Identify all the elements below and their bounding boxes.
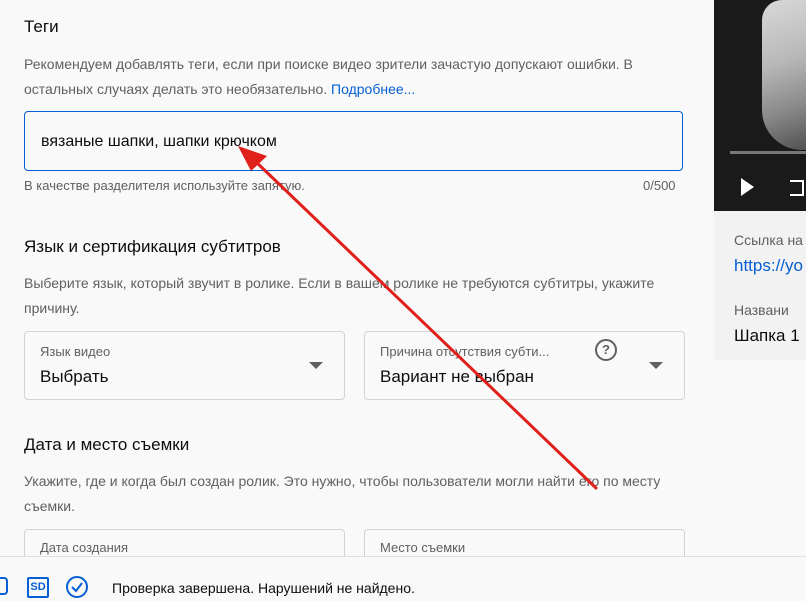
video-link[interactable]: https://yo xyxy=(734,256,803,276)
caption-reason-value: Вариант не выбран xyxy=(380,367,534,386)
video-language-select[interactable]: Язык видео Выбрать xyxy=(24,331,345,400)
status-bar: SD Проверка завершена. Нарушений не найд… xyxy=(0,556,806,601)
sd-quality-icon: SD xyxy=(27,577,49,598)
check-circle-icon xyxy=(66,576,88,598)
location-title: Дата и место съемки xyxy=(24,435,190,454)
learn-more-link[interactable]: Подробнее... xyxy=(331,81,415,97)
chevron-down-icon xyxy=(649,362,663,369)
video-language-value: Выбрать xyxy=(40,367,109,386)
tags-counter: 0/500 xyxy=(643,178,676,193)
subtitles-description: Выберите язык, который звучит в ролике. … xyxy=(24,275,655,316)
video-thumbnail xyxy=(762,0,806,150)
file-name-label: Названи xyxy=(734,302,789,318)
check-status-text: Проверка завершена. Нарушений не найдено… xyxy=(112,580,415,596)
tags-input[interactable]: вязаные шапки, шапки крючком xyxy=(24,111,683,171)
file-name-value: Шапка 1 xyxy=(734,326,800,345)
video-player[interactable] xyxy=(714,0,806,211)
tags-title: Теги xyxy=(24,17,59,36)
help-icon[interactable]: ? xyxy=(595,339,617,361)
video-link-label: Ссылка на xyxy=(734,232,803,248)
caption-reason-label: Причина отсутствия субти... xyxy=(380,344,550,359)
recording-date-label: Дата создания xyxy=(40,540,129,555)
play-icon[interactable] xyxy=(741,178,754,196)
chevron-down-icon xyxy=(309,362,323,369)
tags-input-value: вязаные шапки, шапки крючком xyxy=(41,133,277,150)
recording-place-label: Место съемки xyxy=(380,540,466,555)
subtitles-title: Язык и сертификация субтитров xyxy=(24,237,281,256)
details-panel: Теги Рекомендуем добавлять теги, если пр… xyxy=(0,0,710,569)
caption-reason-select[interactable]: Причина отсутствия субти... ? Вариант не… xyxy=(364,331,685,400)
location-description: Укажите, где и когда был создан ролик. Э… xyxy=(24,473,661,514)
video-language-label: Язык видео xyxy=(40,344,111,359)
video-progress-bar[interactable] xyxy=(730,151,806,154)
video-preview-panel: Ссылка на https://yo Названи Шапка 1 xyxy=(714,0,806,360)
volume-icon[interactable] xyxy=(790,180,804,196)
tags-hint: В качестве разделителя используйте запят… xyxy=(24,178,305,193)
tags-description-text: Рекомендуем добавлять теги, если при пои… xyxy=(24,56,633,97)
upload-icon xyxy=(0,577,8,595)
tags-description: Рекомендуем добавлять теги, если при пои… xyxy=(24,52,674,102)
